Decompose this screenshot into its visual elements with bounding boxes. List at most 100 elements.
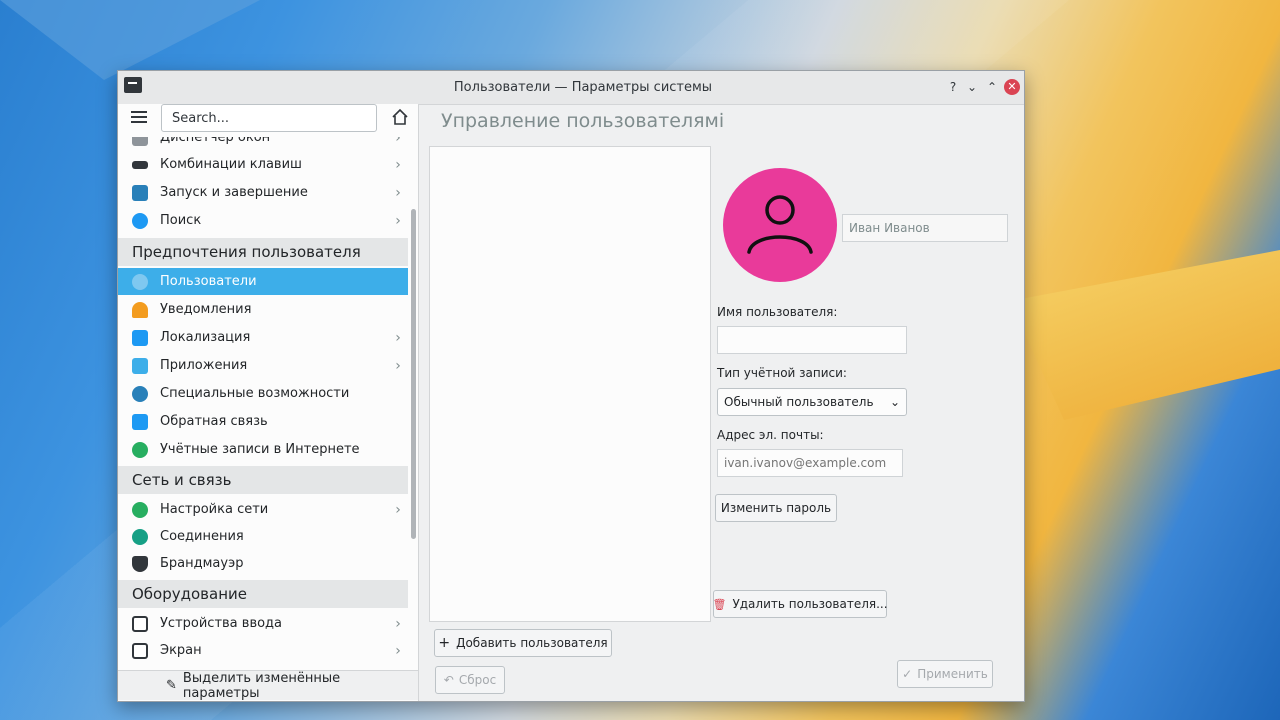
- globe-icon: [132, 501, 148, 518]
- settings-window: Пользователи — Параметры системы ? ⌄ ⌃ ✕…: [117, 70, 1025, 702]
- sidebar-item-label: Запуск и завершение: [160, 185, 308, 200]
- sidebar-item-label: Специальные возможности: [160, 386, 350, 401]
- chevron-right-icon: ›: [395, 501, 401, 518]
- sidebar-item-label: Соединения: [160, 529, 244, 544]
- email-field[interactable]: [717, 449, 903, 477]
- feedback-icon: [132, 413, 148, 430]
- user-list[interactable]: [429, 146, 711, 622]
- sidebar-item-search[interactable]: Поиск ›: [118, 207, 408, 234]
- sidebar-item-connections[interactable]: Соединения: [118, 523, 408, 550]
- window-title: Пользователи — Параметры системы: [453, 80, 713, 95]
- sidebar-item-label: Диспетчер окон: [160, 137, 271, 145]
- full-name-field[interactable]: [842, 214, 1008, 242]
- sidebar-item-label: Брандмауэр: [160, 556, 244, 571]
- wallpaper-shape: [0, 0, 260, 80]
- undo-icon: ↶: [443, 673, 454, 687]
- user-avatar[interactable]: [723, 168, 837, 282]
- sidebar-item-label: Локализация: [160, 330, 251, 345]
- delete-user-label: Удалить пользователя...: [732, 597, 888, 611]
- add-user-button[interactable]: + Добавить пользователя: [434, 629, 612, 657]
- keyboard-icon: [132, 160, 148, 169]
- main-panel: Управление пользователямі Имя пользовате…: [419, 104, 1024, 701]
- sidebar-item-label: Обратная связь: [160, 414, 268, 429]
- change-password-button[interactable]: Изменить пароль: [715, 494, 837, 522]
- network-globe-icon: [132, 528, 148, 545]
- help-button[interactable]: ?: [945, 79, 961, 95]
- sidebar-item-label: Устройства ввода: [160, 616, 283, 631]
- search-input[interactable]: [161, 104, 377, 132]
- delete-user-button[interactable]: 🗑 Удалить пользователя...: [712, 590, 888, 618]
- accessibility-icon: [132, 385, 148, 402]
- sidebar-item-label: Приложения: [160, 358, 248, 373]
- sidebar-item-accessibility[interactable]: Специальные возможности: [118, 380, 408, 407]
- applications-grid-icon: [132, 357, 148, 374]
- chevron-right-icon: ›: [395, 156, 401, 173]
- sidebar-item-label: Уведомления: [160, 302, 252, 317]
- chevron-right-icon: ›: [395, 329, 401, 346]
- section-header-network: Сеть и связь: [118, 466, 408, 494]
- sidebar: Диспетчер окон › Комбинации клавиш › Зап…: [118, 104, 419, 701]
- highlight-changed-label: Выделить изменённые параметры: [182, 670, 341, 701]
- sidebar-item-localization[interactable]: Локализация ›: [118, 324, 408, 351]
- sidebar-item-label: Настройка сети: [160, 502, 269, 517]
- email-label: Адрес эл. почты:: [717, 428, 824, 442]
- sidebar-item-online-accounts[interactable]: Учётные записи в Интернете: [118, 436, 408, 463]
- account-type-label: Тип учётной записи:: [717, 366, 847, 380]
- input-devices-icon: [132, 615, 148, 632]
- monitor-icon: [132, 184, 148, 201]
- checkmark-icon: ✓: [902, 667, 913, 681]
- sidebar-item-shortcuts[interactable]: Комбинации клавиш ›: [118, 151, 408, 178]
- wallpaper-shape: [1010, 250, 1280, 420]
- settings-category-list: Диспетчер окон › Комбинации клавиш › Зап…: [118, 137, 408, 677]
- globe-icon: [132, 441, 148, 458]
- chevron-down-icon: ⌄: [889, 395, 900, 409]
- sidebar-item-firewall[interactable]: Брандмауэр: [118, 550, 408, 577]
- display-icon: [132, 642, 148, 659]
- sidebar-item-label: Поиск: [160, 213, 202, 228]
- users-icon: [132, 273, 148, 290]
- maximize-button[interactable]: ⌃: [984, 79, 1000, 95]
- username-label: Имя пользователя:: [717, 305, 838, 319]
- home-icon[interactable]: [391, 108, 409, 126]
- chevron-right-icon: ›: [395, 357, 401, 374]
- sidebar-item-display[interactable]: Экран ›: [118, 637, 408, 664]
- reset-button[interactable]: ↶ Сброс: [435, 666, 505, 694]
- chevron-right-icon: ›: [395, 137, 401, 146]
- titlebar: Пользователи — Параметры системы ? ⌄ ⌃ ✕: [118, 71, 1024, 105]
- sidebar-item-label: Комбинации клавиш: [160, 157, 302, 172]
- highlight-changed-button[interactable]: ✎ Выделить изменённые параметры: [118, 670, 418, 701]
- sidebar-item-label: Пользователи: [160, 274, 257, 289]
- minimize-button[interactable]: ⌄: [964, 79, 980, 95]
- sidebar-item-label: Учётные записи в Интернете: [160, 442, 360, 457]
- chevron-right-icon: ›: [395, 615, 401, 632]
- chevron-right-icon: ›: [395, 212, 401, 229]
- bell-icon: [132, 301, 148, 318]
- account-type-value: Обычный пользователь: [724, 395, 874, 409]
- plus-icon: +: [438, 635, 451, 651]
- sidebar-item-network-settings[interactable]: Настройка сети ›: [118, 496, 408, 523]
- sidebar-item-applications[interactable]: Приложения ›: [118, 352, 408, 379]
- reset-label: Сброс: [458, 673, 497, 687]
- chevron-right-icon: ›: [395, 642, 401, 659]
- trash-icon: 🗑: [712, 597, 727, 611]
- sidebar-item-notifications[interactable]: Уведомления: [118, 296, 408, 323]
- shield-icon: [132, 555, 148, 572]
- sidebar-item-input-devices[interactable]: Устройства ввода ›: [118, 610, 408, 637]
- sidebar-item-users[interactable]: Пользователи: [118, 268, 408, 295]
- user-silhouette-icon: [747, 195, 813, 254]
- apply-label: Применить: [917, 667, 988, 681]
- account-type-select[interactable]: Обычный пользователь ⌄: [717, 388, 907, 416]
- close-button[interactable]: ✕: [1004, 79, 1020, 95]
- add-user-label: Добавить пользователя: [456, 636, 608, 650]
- sidebar-item-startup-shutdown[interactable]: Запуск и завершение ›: [118, 179, 408, 206]
- sidebar-scrollbar[interactable]: [411, 209, 416, 539]
- hamburger-menu-icon[interactable]: [131, 111, 147, 123]
- sidebar-item-feedback[interactable]: Обратная связь: [118, 408, 408, 435]
- apply-button[interactable]: ✓ Применить: [897, 660, 993, 688]
- pencil-icon: ✎: [166, 678, 177, 693]
- sidebar-item-window-manager[interactable]: Диспетчер окон ›: [118, 137, 408, 151]
- search-icon: [132, 212, 148, 229]
- chevron-right-icon: ›: [395, 184, 401, 201]
- page-title: Управление пользователямі: [441, 110, 725, 132]
- username-field[interactable]: [717, 326, 907, 354]
